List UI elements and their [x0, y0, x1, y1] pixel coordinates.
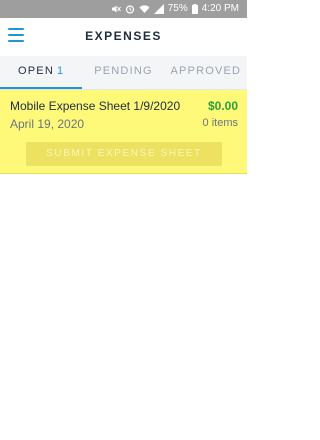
tab-pending[interactable]: PENDING	[82, 56, 164, 89]
page-title: EXPENSES	[85, 29, 162, 43]
tab-approved[interactable]: APPROVED	[165, 56, 247, 89]
battery-icon	[191, 3, 198, 14]
wifi-icon	[139, 4, 150, 13]
tab-approved-label: APPROVED	[170, 65, 242, 77]
app-bar: EXPENSES	[0, 18, 247, 54]
submit-expense-sheet-button[interactable]: SUBMIT EXPENSE SHEET	[26, 142, 222, 166]
expense-sheet-date: April 19, 2020	[10, 117, 85, 131]
status-icons: 75% 4:20 PM	[111, 3, 239, 14]
signal-icon	[153, 3, 164, 14]
tab-open[interactable]: OPEN 1	[0, 56, 83, 89]
expense-sheet-card[interactable]: Mobile Expense Sheet 1/9/2020 $0.00 Apri…	[0, 90, 247, 174]
status-tabs: OPEN 1 PENDING APPROVED	[0, 56, 247, 90]
battery-percent: 75%	[167, 3, 188, 14]
tab-open-count: 1	[56, 65, 65, 77]
tab-pending-label: PENDING	[94, 65, 153, 77]
expense-sheet-name: Mobile Expense Sheet 1/9/2020	[10, 99, 181, 113]
mute-icon	[111, 5, 121, 12]
status-bar: 75% 4:20 PM	[0, 0, 247, 18]
expense-sheet-amount: $0.00	[207, 99, 238, 113]
tab-open-label: OPEN	[18, 65, 54, 77]
expense-sheet-item-count: 0 items	[202, 117, 238, 129]
status-time: 4:20 PM	[201, 3, 239, 14]
alarm-icon	[125, 4, 134, 14]
